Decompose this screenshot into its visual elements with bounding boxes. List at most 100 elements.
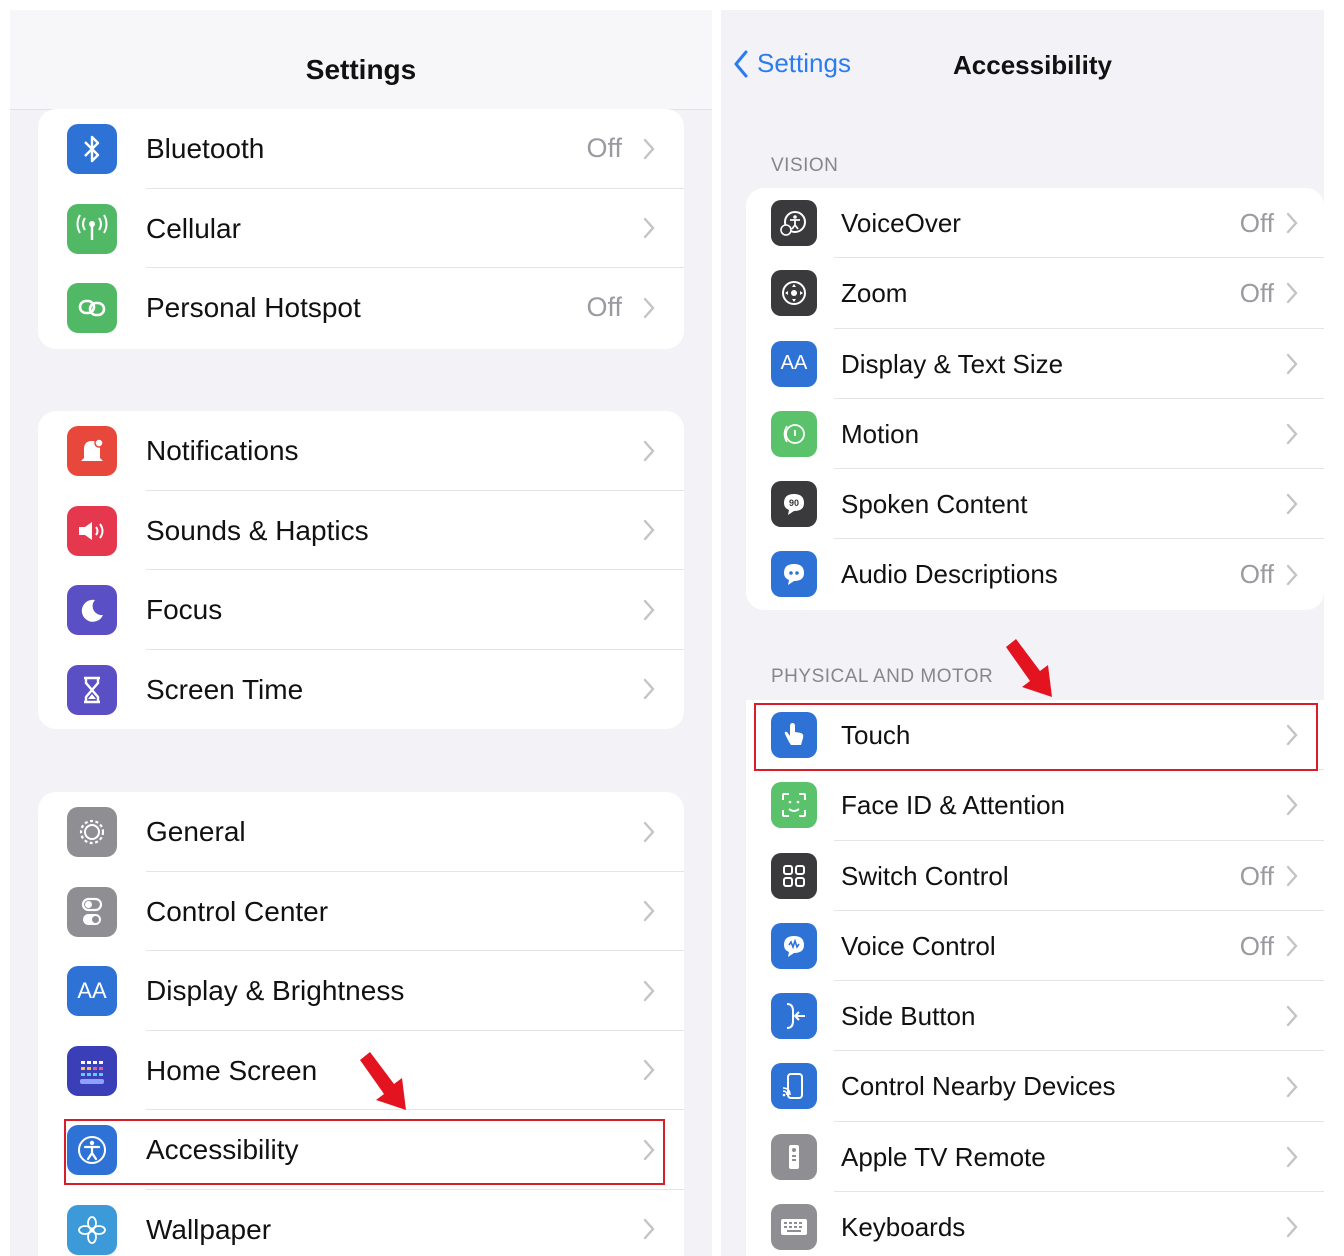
row-label: Keyboards <box>841 1212 966 1243</box>
accessibility-icon <box>67 1125 117 1175</box>
general-group: General Control Center AA Display & Brig… <box>38 792 684 1256</box>
row-voiceover[interactable]: VoiceOver Off <box>746 188 1324 259</box>
notifications-icon <box>67 426 117 476</box>
keyboard-icon <box>771 1204 817 1251</box>
switch-control-icon <box>771 852 817 899</box>
chevron-right-icon <box>643 901 655 922</box>
row-label: Personal Hotspot <box>146 292 361 323</box>
row-display-brightness[interactable]: AA Display & Brightness <box>38 951 684 1031</box>
chevron-right-icon <box>643 297 655 318</box>
sounds-icon <box>67 505 117 556</box>
row-face-id[interactable]: Face ID & Attention <box>746 770 1324 841</box>
physical-motor-group: Touch Face ID & Attention Switch Control… <box>746 700 1324 1256</box>
accessibility-panel: Settings Accessibility VISION VoiceOver … <box>721 10 1324 1256</box>
hotspot-icon <box>67 283 117 333</box>
row-label: Wallpaper <box>146 1213 272 1245</box>
chevron-right-icon <box>643 821 655 842</box>
row-focus[interactable]: Focus <box>38 570 684 650</box>
row-control-center[interactable]: Control Center <box>38 872 684 951</box>
row-label: VoiceOver <box>841 208 961 238</box>
chevron-right-icon <box>1286 1076 1298 1097</box>
row-label: Switch Control <box>841 860 1009 891</box>
vision-group: VoiceOver Off Zoom Off AA Display & Text… <box>746 188 1324 610</box>
touch-icon <box>771 712 817 758</box>
row-wallpaper[interactable]: Wallpaper <box>38 1190 684 1256</box>
row-label: Audio Descriptions <box>841 559 1058 590</box>
row-label: Home Screen <box>146 1054 318 1086</box>
row-bluetooth[interactable]: Bluetooth Off <box>38 109 684 189</box>
row-spoken-content[interactable]: 90 Spoken Content <box>746 469 1324 540</box>
row-label: Accessibility <box>146 1134 299 1165</box>
chevron-right-icon <box>1286 1217 1298 1238</box>
connectivity-group: Bluetooth Off Cellular Personal Hotspot … <box>38 109 684 349</box>
zoom-icon <box>771 270 817 317</box>
row-accessibility[interactable]: Accessibility <box>38 1110 684 1190</box>
row-label: Touch <box>841 720 911 750</box>
row-switch-control[interactable]: Switch Control Off <box>746 841 1324 911</box>
row-cellular[interactable]: Cellular <box>38 189 684 268</box>
row-label: Voice Control <box>841 930 996 961</box>
notifications-group: Notifications Sounds & Haptics Focus Scr… <box>38 411 684 729</box>
cellular-icon <box>67 203 117 254</box>
row-audio-descriptions[interactable]: Audio Descriptions Off <box>746 539 1324 609</box>
row-side-button[interactable]: Side Button <box>746 981 1324 1052</box>
chevron-right-icon <box>643 138 655 159</box>
voiceover-icon <box>771 200 817 246</box>
row-keyboards[interactable]: Keyboards <box>746 1192 1324 1256</box>
bluetooth-icon <box>67 124 117 174</box>
section-header-physical-motor: PHYSICAL AND MOTOR <box>771 666 994 687</box>
row-touch[interactable]: Touch <box>746 700 1324 771</box>
chevron-right-icon <box>1286 795 1298 816</box>
row-label: Motion <box>841 418 920 449</box>
audio-descriptions-icon <box>771 551 817 598</box>
row-notifications[interactable]: Notifications <box>38 411 684 491</box>
row-general[interactable]: General <box>38 792 684 872</box>
row-motion[interactable]: Motion <box>746 399 1324 470</box>
row-label: Control Nearby Devices <box>841 1071 1116 1102</box>
row-label: Side Button <box>841 1001 976 1032</box>
home-screen-icon <box>67 1045 117 1096</box>
row-zoom[interactable]: Zoom Off <box>746 258 1324 329</box>
chevron-right-icon <box>1286 1006 1298 1027</box>
back-label: Settings <box>757 48 851 78</box>
row-control-nearby-devices[interactable]: Control Nearby Devices <box>746 1051 1324 1122</box>
row-home-screen[interactable]: Home Screen <box>38 1031 684 1110</box>
row-label: Cellular <box>146 212 241 244</box>
row-label: Sounds & Haptics <box>146 514 369 546</box>
row-label: Bluetooth <box>146 133 265 164</box>
face-id-icon <box>771 782 817 829</box>
chevron-right-icon <box>1286 865 1298 886</box>
side-button-icon <box>771 993 817 1040</box>
chevron-right-icon <box>643 1139 655 1160</box>
chevron-right-icon <box>1286 283 1298 304</box>
gear-icon <box>67 807 117 857</box>
svg-text:90: 90 <box>789 498 799 508</box>
nearby-devices-icon <box>771 1063 817 1110</box>
page-title: Settings <box>305 54 417 85</box>
chevron-right-icon <box>643 1219 655 1240</box>
row-apple-tv-remote[interactable]: Apple TV Remote <box>746 1122 1324 1193</box>
spoken-content-icon: 90 <box>771 481 817 528</box>
row-display-text-size[interactable]: AA Display & Text Size <box>746 329 1324 399</box>
row-value: Off <box>1239 278 1274 309</box>
back-button[interactable]: Settings <box>733 48 851 79</box>
row-label: Zoom <box>841 278 908 309</box>
row-label: Notifications <box>146 435 299 466</box>
row-screen-time[interactable]: Screen Time <box>38 650 684 730</box>
row-voice-control[interactable]: Voice Control Off <box>746 911 1324 982</box>
chevron-right-icon <box>643 980 655 1001</box>
row-value: Off <box>586 133 622 163</box>
motion-icon <box>771 410 817 457</box>
chevron-right-icon <box>1286 353 1298 374</box>
row-personal-hotspot[interactable]: Personal Hotspot Off <box>38 268 684 348</box>
chevron-right-icon <box>643 440 655 461</box>
text-size-icon: AA <box>771 340 817 387</box>
focus-icon <box>67 585 117 635</box>
row-label: Apple TV Remote <box>841 1141 1046 1172</box>
row-value: Off <box>1239 930 1274 961</box>
row-value: Off <box>1239 860 1274 891</box>
chevron-right-icon <box>1286 724 1298 746</box>
row-label: Control Center <box>146 895 329 927</box>
chevron-right-icon <box>1286 935 1298 957</box>
row-sounds-haptics[interactable]: Sounds & Haptics <box>38 491 684 570</box>
